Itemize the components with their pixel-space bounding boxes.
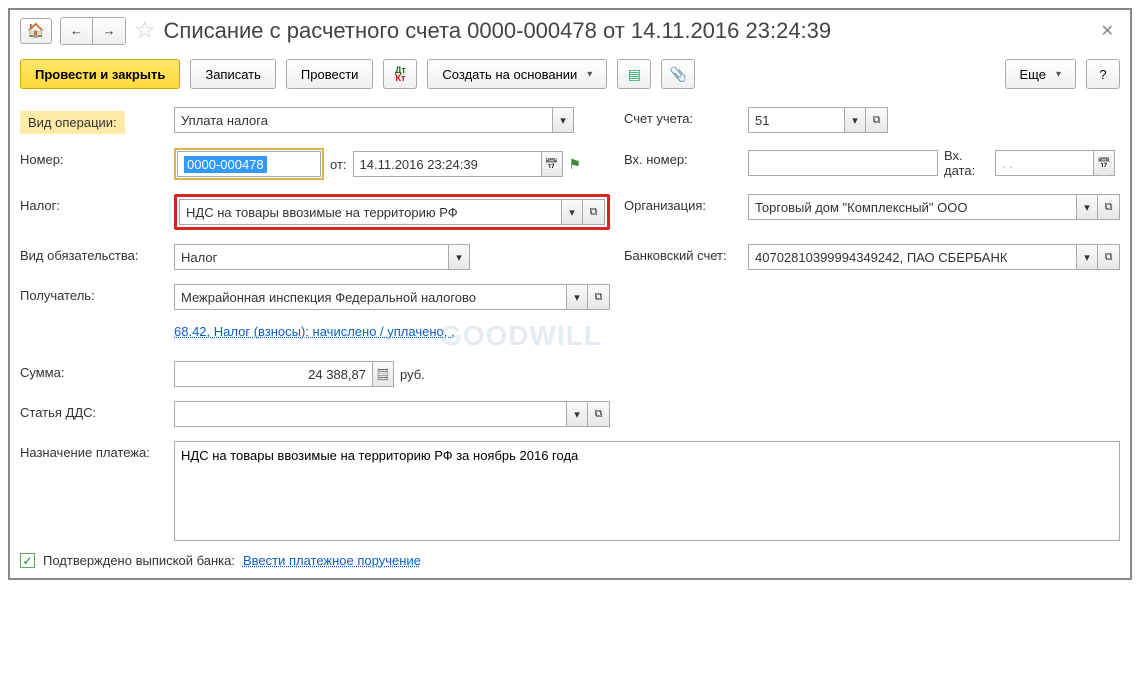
form-body: Вид операции: Уплата налога ▾ Счет учета… <box>20 107 1120 541</box>
close-button[interactable]: ✕ <box>1095 19 1120 43</box>
recipient-cell: Межрайонная инспекция Федеральной налого… <box>174 284 610 310</box>
footer: ✓ Подтверждено выпиской банка: Ввести пл… <box>20 553 1120 568</box>
kbk-link[interactable]: 68.42, Налог (взносы): начислено / уплач… <box>174 324 455 339</box>
org-cell: Торговый дом "Комплексный" ООО ▾ <box>748 194 1120 220</box>
bank-acc-input[interactable]: 40702810399994349242, ПАО СБЕРБАНК <box>748 244 1076 270</box>
bank-acc-open-icon[interactable] <box>1098 244 1120 270</box>
from-label: от: <box>330 157 347 172</box>
account-cell: 51 ▾ <box>748 107 1120 133</box>
sum-label: Сумма: <box>20 361 160 380</box>
account-dropdown-icon[interactable]: ▾ <box>844 107 866 133</box>
confirmed-checkbox[interactable]: ✓ <box>20 553 35 568</box>
print-form-button[interactable]: ▤ <box>617 59 651 89</box>
post-button[interactable]: Провести <box>286 59 374 89</box>
status-flag-icon: ⚑ <box>569 156 582 173</box>
save-button[interactable]: Записать <box>190 59 276 89</box>
home-button[interactable]: 🏠 <box>20 18 52 44</box>
recipient-dropdown-icon[interactable]: ▾ <box>566 284 588 310</box>
in-number-label: Вх. номер: <box>624 148 734 167</box>
forward-button[interactable]: → <box>93 18 125 44</box>
in-date-label: Вх. дата: <box>944 148 989 178</box>
tax-dropdown-icon[interactable]: ▾ <box>561 199 583 225</box>
sum-cell: 24 388,87 руб. <box>174 361 1120 387</box>
op-type-label: Вид операции: <box>20 107 160 134</box>
liab-type-label: Вид обязательства: <box>20 244 160 263</box>
liab-type-cell: Налог ▾ <box>174 244 610 270</box>
kbk-link-cell: 68.42, Налог (взносы): начислено / уплач… <box>174 324 1120 339</box>
number-date-cell: 0000-000478 от: 14.11.2016 23:24:39 ⚑ <box>174 148 610 180</box>
sum-input[interactable]: 24 388,87 <box>174 361 372 387</box>
favorite-star-icon[interactable]: ☆ <box>134 16 156 45</box>
titlebar: 🏠 ← → ☆ Списание с расчетного счета 0000… <box>20 16 1120 45</box>
more-button[interactable]: Еще <box>1005 59 1076 89</box>
currency-label: руб. <box>400 367 425 382</box>
op-type-cell: Уплата налога ▾ <box>174 107 610 133</box>
tax-open-icon[interactable] <box>583 199 605 225</box>
liab-type-input[interactable]: Налог <box>174 244 448 270</box>
bank-acc-label: Банковский счет: <box>624 244 734 263</box>
create-based-on-button[interactable]: Создать на основании <box>427 59 607 89</box>
post-and-close-button[interactable]: Провести и закрыть <box>20 59 180 89</box>
account-open-icon[interactable] <box>866 107 888 133</box>
back-button[interactable]: ← <box>61 18 93 44</box>
date-input[interactable]: 14.11.2016 23:24:39 <box>353 151 541 177</box>
org-dropdown-icon[interactable]: ▾ <box>1076 194 1098 220</box>
dds-cell: ▾ <box>174 401 610 427</box>
account-input[interactable]: 51 <box>748 107 844 133</box>
tax-cell: НДС на товары ввозимые на территорию РФ … <box>174 194 610 230</box>
op-type-dropdown-icon[interactable]: ▾ <box>552 107 574 133</box>
org-open-icon[interactable] <box>1098 194 1120 220</box>
tax-label: Налог: <box>20 194 160 213</box>
purpose-textarea[interactable] <box>174 441 1120 541</box>
account-label: Счет учета: <box>624 107 734 126</box>
in-number-cell: Вх. дата: . . <box>748 148 1120 178</box>
confirmed-label: Подтверждено выпиской банка: <box>43 553 235 568</box>
tax-input[interactable]: НДС на товары ввозимые на территорию РФ <box>179 199 561 225</box>
help-button[interactable]: ? <box>1086 59 1120 89</box>
bank-acc-dropdown-icon[interactable]: ▾ <box>1076 244 1098 270</box>
date-calendar-icon[interactable] <box>541 151 563 177</box>
purpose-label: Назначение платежа: <box>20 441 160 460</box>
liab-type-dropdown-icon[interactable]: ▾ <box>448 244 470 270</box>
enter-payment-link[interactable]: Ввести платежное поручение <box>243 553 421 568</box>
in-date-calendar-icon[interactable] <box>1093 150 1115 176</box>
dds-label: Статья ДДС: <box>20 401 160 420</box>
org-input[interactable]: Торговый дом "Комплексный" ООО <box>748 194 1076 220</box>
recipient-input[interactable]: Межрайонная инспекция Федеральной налого… <box>174 284 566 310</box>
attach-button[interactable]: 📎 <box>661 59 695 89</box>
recipient-label: Получатель: <box>20 284 160 303</box>
org-label: Организация: <box>624 194 734 213</box>
recipient-open-icon[interactable] <box>588 284 610 310</box>
dds-open-icon[interactable] <box>588 401 610 427</box>
toolbar: Провести и закрыть Записать Провести ДтК… <box>20 59 1120 89</box>
dtkt-button[interactable]: ДтКт <box>383 59 417 89</box>
in-number-input[interactable] <box>748 150 938 176</box>
in-date-input[interactable]: . . <box>995 150 1093 176</box>
number-label: Номер: <box>20 148 160 167</box>
purpose-cell <box>174 441 1120 541</box>
sum-calc-icon[interactable] <box>372 361 394 387</box>
bank-acc-cell: 40702810399994349242, ПАО СБЕРБАНК ▾ <box>748 244 1120 270</box>
op-type-input[interactable]: Уплата налога <box>174 107 552 133</box>
dds-dropdown-icon[interactable]: ▾ <box>566 401 588 427</box>
nav-history: ← → <box>60 17 126 45</box>
dds-input[interactable] <box>174 401 566 427</box>
window-title: Списание с расчетного счета 0000-000478 … <box>164 18 1087 44</box>
number-input[interactable]: 0000-000478 <box>184 156 267 173</box>
